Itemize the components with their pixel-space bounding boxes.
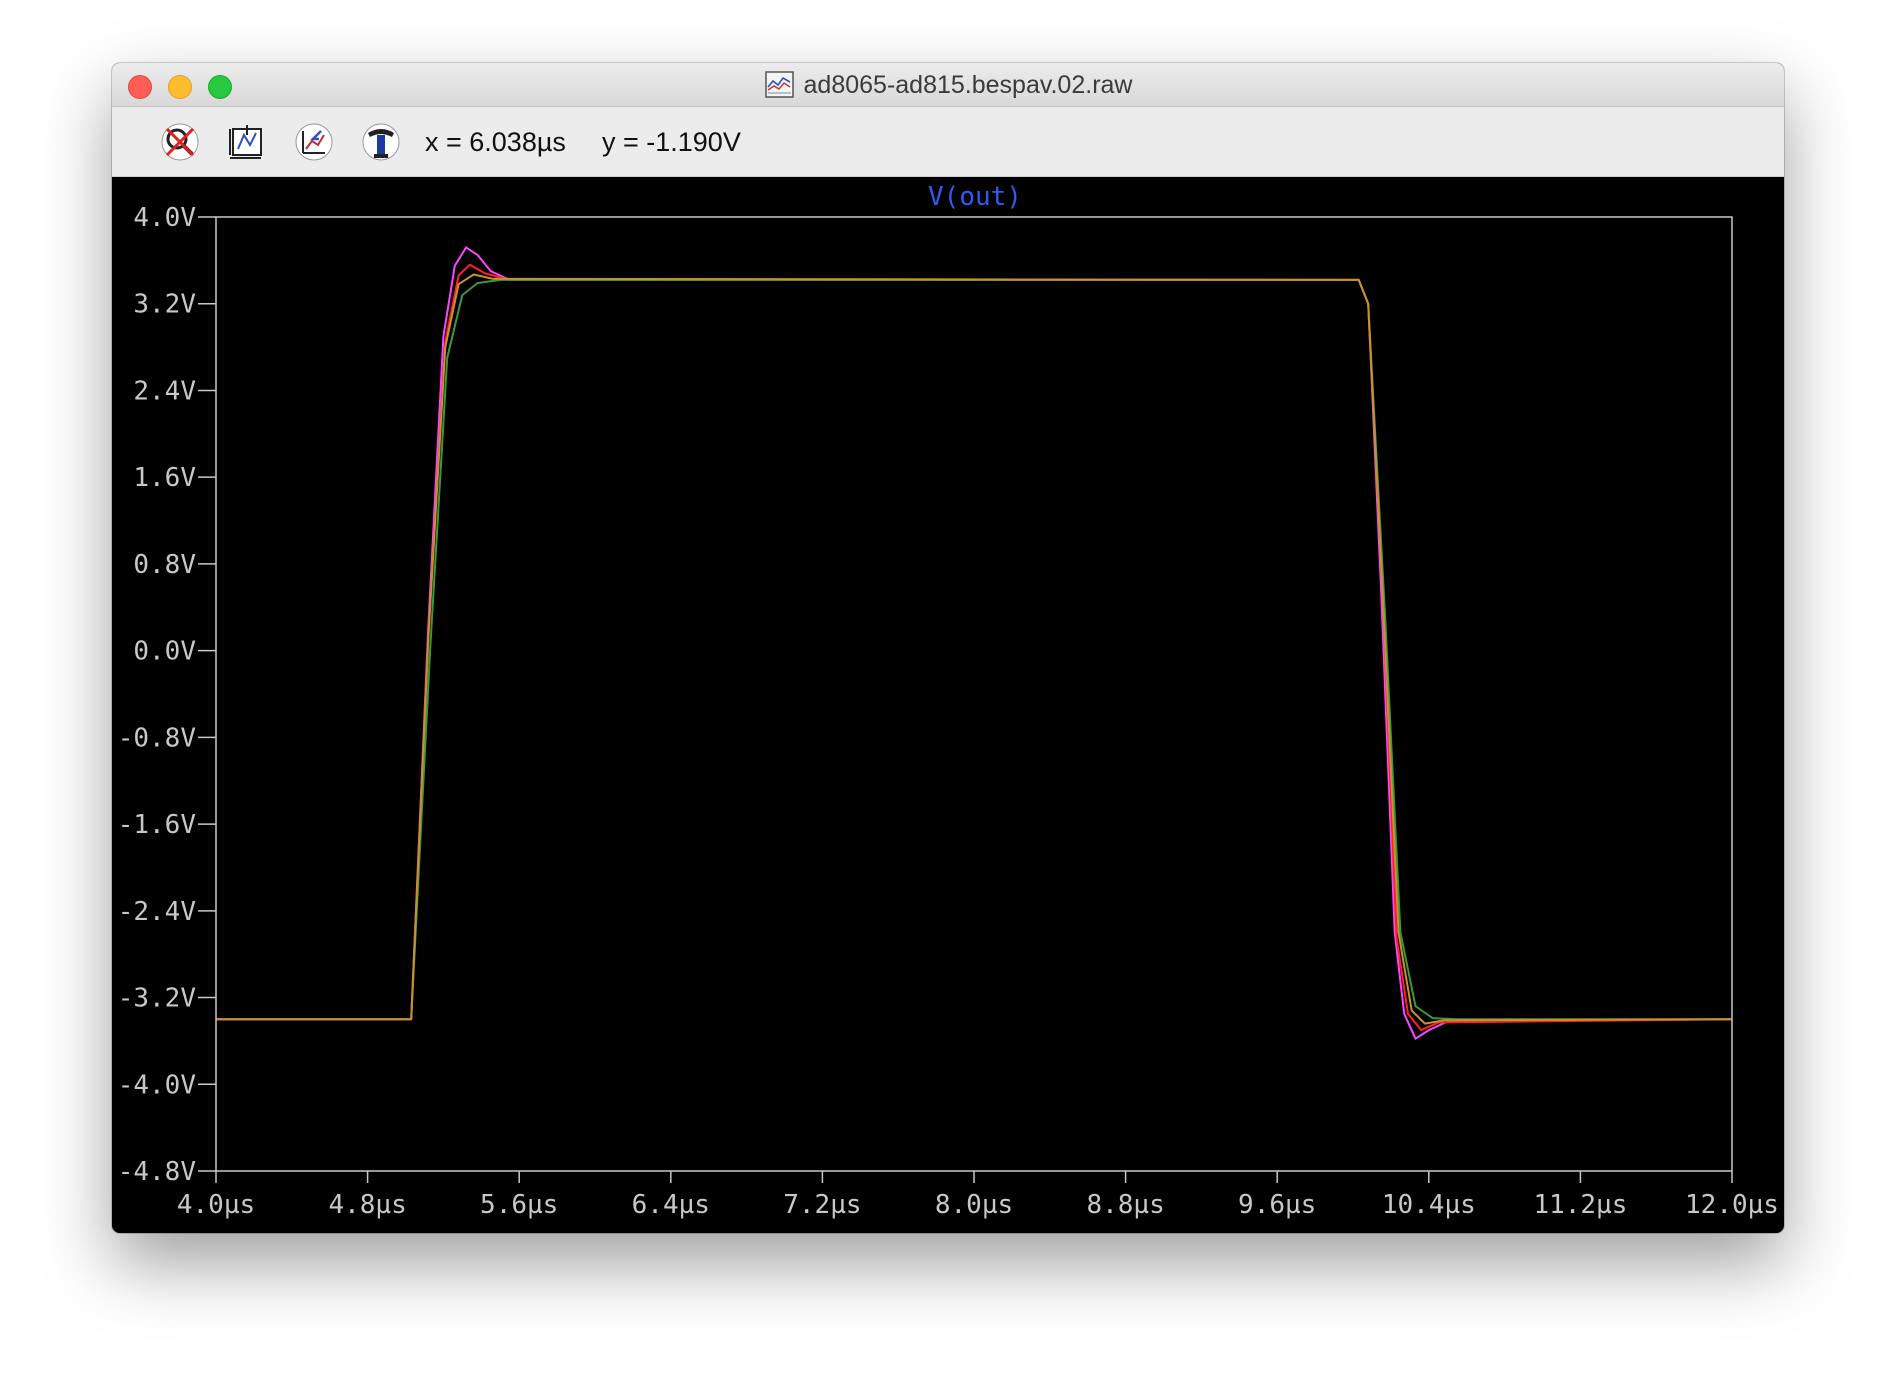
zoom-back-icon bbox=[295, 123, 333, 161]
window-title-area: ad8065-ad815.bespav.02.raw bbox=[112, 63, 1784, 107]
x-tick-label: 4.8µs bbox=[328, 1190, 406, 1220]
waveform-document-icon bbox=[764, 69, 796, 101]
zoom-fit-button[interactable] bbox=[226, 121, 268, 163]
y-tick-label: -3.2V bbox=[118, 984, 196, 1014]
title-bar[interactable]: ad8065-ad815.bespav.02.raw bbox=[112, 63, 1784, 107]
series-line-4[interactable] bbox=[216, 273, 1733, 1025]
y-tick-label: -4.0V bbox=[118, 1070, 196, 1100]
x-tick-label: 5.6µs bbox=[480, 1190, 558, 1220]
y-tick-label: 1.6V bbox=[133, 463, 196, 493]
chart-title: V(out) bbox=[928, 182, 1022, 212]
y-tick-label: -4.8V bbox=[118, 1157, 196, 1187]
zoom-back-button[interactable] bbox=[293, 121, 335, 163]
x-tick-label: 12.0µs bbox=[1685, 1190, 1779, 1220]
y-tick-label: -1.6V bbox=[118, 810, 196, 840]
y-tick-label: 3.2V bbox=[133, 290, 196, 320]
y-tick-label: 0.8V bbox=[133, 550, 196, 580]
waveform-chart[interactable]: V(out) 4.0µs 4.8µs 5.6µs 6.4µs 7.2µs 8.0µs 8.8… bbox=[112, 177, 1784, 1233]
y-tick-label: -2.4V bbox=[118, 897, 196, 927]
pointer-tool-icon bbox=[362, 123, 400, 161]
x-tick-label: 7.2µs bbox=[783, 1190, 861, 1220]
zoom-fit-icon bbox=[229, 125, 262, 159]
waveform-window: ad8065-ad815.bespav.02.raw x = 6.038µs y… bbox=[112, 63, 1784, 1233]
pointer-tool-button[interactable] bbox=[360, 121, 402, 163]
x-tick-label: 8.8µs bbox=[1086, 1190, 1164, 1220]
x-tick-label: 6.4µs bbox=[632, 1190, 710, 1220]
window-title: ad8065-ad815.bespav.02.raw bbox=[803, 70, 1133, 99]
y-tick-label: 0.0V bbox=[133, 637, 196, 667]
zoom-cancel-button[interactable] bbox=[159, 121, 201, 163]
y-tick-label: 2.4V bbox=[133, 376, 196, 406]
y-tick-label: 4.0V bbox=[133, 203, 196, 233]
cursor-x-readout: x = 6.038µs bbox=[425, 126, 566, 157]
x-tick-label: 11.2µs bbox=[1533, 1190, 1627, 1220]
x-tick-label: 9.6µs bbox=[1238, 1190, 1316, 1220]
y-tick-label: -0.8V bbox=[118, 723, 196, 753]
plot-area[interactable]: V(out) 4.0µs 4.8µs 5.6µs 6.4µs 7.2µs 8.0µs 8.8… bbox=[112, 177, 1784, 1233]
cursor-y-readout: y = -1.190V bbox=[602, 126, 741, 157]
x-tick-label: 8.0µs bbox=[935, 1190, 1013, 1220]
zoom-cancel-icon bbox=[161, 123, 199, 161]
x-tick-label: 4.0µs bbox=[177, 1190, 255, 1220]
toolbar: x = 6.038µs y = -1.190V bbox=[112, 107, 1784, 177]
x-tick-label: 10.4µs bbox=[1382, 1190, 1476, 1220]
